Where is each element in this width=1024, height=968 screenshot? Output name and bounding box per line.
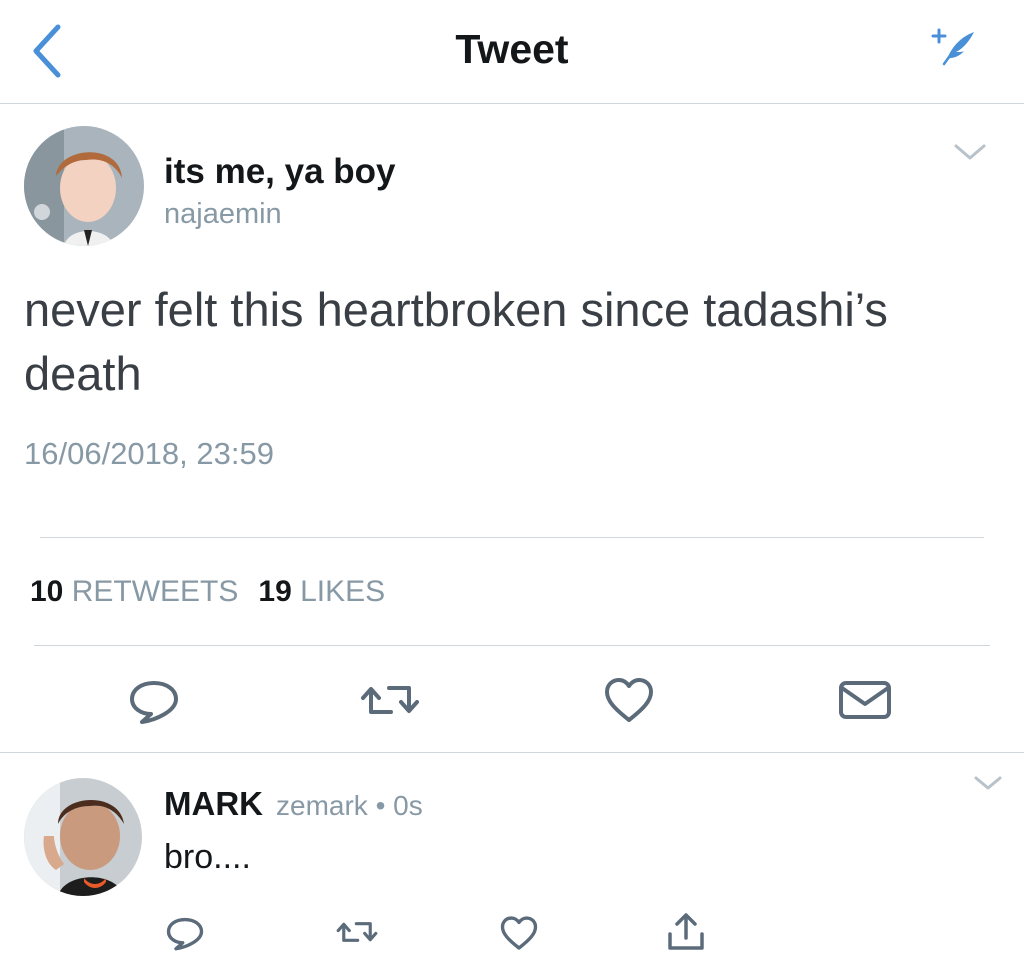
reply-icon bbox=[130, 681, 178, 724]
chevron-down-icon bbox=[974, 776, 1002, 790]
reply-like-button[interactable] bbox=[498, 915, 540, 956]
tweet-options-button[interactable] bbox=[952, 140, 988, 164]
message-icon bbox=[839, 681, 891, 719]
meta-separator: • bbox=[375, 790, 386, 821]
reply-author-handle[interactable]: zemark bbox=[276, 790, 368, 821]
likes-label[interactable]: LIKES bbox=[300, 575, 385, 608]
reply-meta: zemark • 0s bbox=[276, 790, 423, 822]
tweet-text: never felt this heartbroken since tadash… bbox=[24, 283, 888, 400]
retweet-icon bbox=[361, 686, 419, 714]
divider bbox=[34, 645, 990, 646]
author-avatar[interactable] bbox=[24, 126, 144, 246]
author-name[interactable]: its me, ya boy bbox=[164, 152, 395, 192]
like-button[interactable] bbox=[601, 676, 657, 729]
reply-reply-button[interactable] bbox=[164, 914, 206, 957]
reply-icon bbox=[166, 917, 204, 951]
reply-time: 0s bbox=[393, 790, 423, 821]
retweets-count[interactable]: 10 bbox=[30, 575, 63, 608]
reply-retweet-button[interactable] bbox=[334, 916, 380, 953]
chevron-down-icon bbox=[954, 144, 986, 160]
reply-button[interactable] bbox=[126, 677, 182, 730]
compose-feather-icon bbox=[931, 28, 974, 66]
direct-message-button[interactable] bbox=[836, 678, 894, 727]
reply-text: bro.... bbox=[164, 838, 251, 876]
reply-options-button[interactable] bbox=[972, 772, 1004, 794]
share-icon bbox=[668, 913, 704, 950]
page-title: Tweet bbox=[455, 26, 569, 72]
retweets-label[interactable]: RETWEETS bbox=[72, 575, 239, 608]
like-icon bbox=[605, 678, 653, 722]
likes-count[interactable]: 19 bbox=[258, 575, 291, 608]
author-handle[interactable]: najaemin bbox=[164, 198, 282, 231]
reply-share-button[interactable] bbox=[664, 910, 708, 959]
reply-author-avatar[interactable] bbox=[24, 778, 142, 896]
retweet-button[interactable] bbox=[357, 678, 423, 727]
nav-header: Tweet bbox=[0, 0, 1024, 104]
like-icon bbox=[500, 916, 538, 950]
divider bbox=[40, 537, 984, 538]
compose-button[interactable] bbox=[924, 24, 980, 68]
tweet-stats: 10 RETWEETS 19 LIKES bbox=[30, 575, 385, 609]
retweet-icon bbox=[336, 922, 378, 942]
divider bbox=[0, 752, 1024, 753]
reply-author-name[interactable]: MARK bbox=[164, 785, 263, 823]
tweet-timestamp: 16/06/2018, 23:59 bbox=[24, 436, 274, 471]
